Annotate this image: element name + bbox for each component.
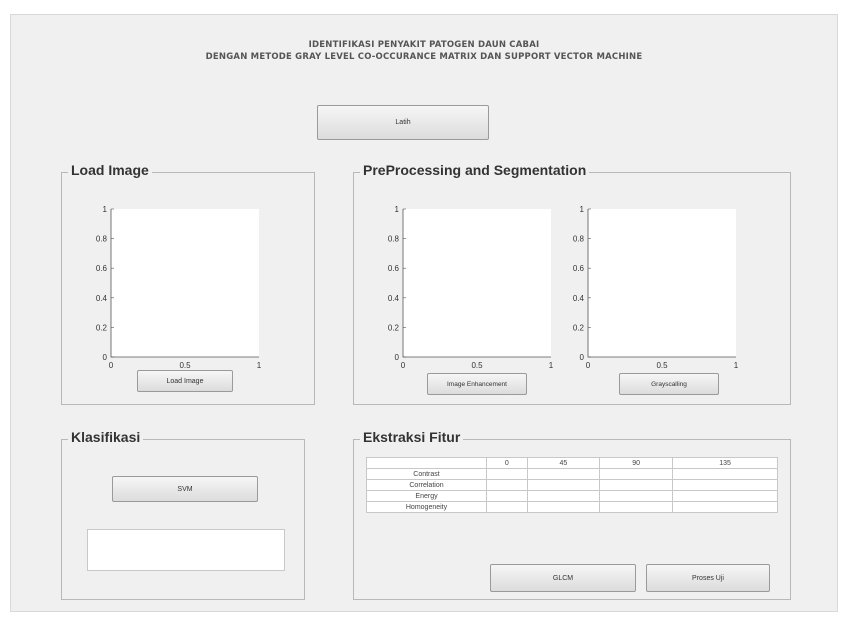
y-tick-label: 0.8 — [573, 235, 585, 244]
y-tick-label: 0.6 — [573, 264, 585, 273]
table-header-row: 0 45 90 135 — [366, 457, 778, 469]
load-image-axes-svg: 0 0.2 0.4 0.6 0.8 1 0 0.5 1 — [96, 205, 262, 370]
y-tick-label: 1 — [103, 205, 108, 214]
enhancement-axes-svg: 0 0.2 0.4 0.6 0.8 1 0 0.5 1 — [388, 205, 554, 370]
app-window: IDENTIFIKASI PENYAKIT PATOGEN DAUN CABAI… — [10, 14, 838, 612]
table-cell[interactable] — [526, 479, 601, 491]
y-tick-label: 0.8 — [96, 235, 108, 244]
y-tick-label: 0.4 — [573, 294, 585, 303]
app-title-line-1: IDENTIFIKASI PENYAKIT PATOGEN DAUN CABAI — [308, 40, 540, 50]
table-cell[interactable] — [486, 468, 528, 480]
image-enhancement-button[interactable]: Image Enhancement — [427, 373, 527, 395]
table-cell[interactable] — [526, 490, 601, 502]
glcm-feature-table[interactable]: 0 45 90 135 Contrast Correlation Energy … — [366, 457, 778, 513]
ekstraksi-fitur-panel-title: Ekstraksi Fitur — [360, 429, 464, 445]
grayscale-axes: 0 0.2 0.4 0.6 0.8 1 0 0.5 1 — [573, 205, 739, 370]
y-tick-label: 0.2 — [573, 323, 585, 332]
glcm-button[interactable]: GLCM — [490, 564, 636, 592]
x-tick-label: 0 — [401, 361, 406, 370]
table-row: Energy — [366, 490, 778, 502]
table-cell[interactable] — [599, 479, 674, 491]
ekstraksi-fitur-panel: Ekstraksi Fitur 0 45 90 135 Contrast Cor… — [353, 429, 791, 600]
table-cell[interactable] — [486, 490, 528, 502]
load-image-axes: 0 0.2 0.4 0.6 0.8 1 0 0.5 1 — [96, 205, 262, 370]
y-tick-label: 0 — [395, 353, 400, 362]
load-image-button[interactable]: Load Image — [137, 370, 233, 392]
app-title-line-2: DENGAN METODE GRAY LEVEL CO-OCCURANCE MA… — [205, 52, 643, 62]
table-cell[interactable] — [599, 468, 674, 480]
table-corner-cell — [366, 457, 487, 469]
x-tick-label: 1 — [257, 361, 262, 370]
y-tick-label: 0 — [103, 353, 108, 362]
y-tick-label: 0.8 — [388, 235, 400, 244]
x-tick-label: 0 — [586, 361, 591, 370]
table-cell[interactable] — [526, 468, 601, 480]
y-tick-label: 0.4 — [96, 294, 108, 303]
row-label-homogeneity: Homogeneity — [366, 501, 487, 513]
table-row: Homogeneity — [366, 501, 778, 513]
grayscale-axes-svg: 0 0.2 0.4 0.6 0.8 1 0 0.5 1 — [573, 205, 739, 370]
y-tick-label: 1 — [580, 205, 585, 214]
table-cell[interactable] — [672, 501, 778, 513]
x-tick-label: 0 — [109, 361, 114, 370]
table-row: Correlation — [366, 479, 778, 491]
row-label-contrast: Contrast — [366, 468, 487, 480]
x-tick-label: 0.5 — [179, 361, 191, 370]
column-header-90: 90 — [599, 457, 674, 469]
table-cell[interactable] — [486, 479, 528, 491]
column-header-0: 0 — [486, 457, 528, 469]
table-cell[interactable] — [599, 490, 674, 502]
classification-result-field[interactable] — [87, 529, 285, 571]
table-cell[interactable] — [672, 468, 778, 480]
table-cell[interactable] — [486, 501, 528, 513]
y-tick-label: 0.6 — [388, 264, 400, 273]
y-tick-label: 1 — [395, 205, 400, 214]
train-button[interactable]: Latih — [317, 105, 489, 140]
svm-button[interactable]: SVM — [112, 476, 258, 502]
y-tick-label: 0.4 — [388, 294, 400, 303]
grayscalling-button[interactable]: Grayscalling — [619, 373, 719, 395]
table-cell[interactable] — [599, 501, 674, 513]
row-label-energy: Energy — [366, 490, 487, 502]
column-header-45: 45 — [526, 457, 601, 469]
load-image-panel-title: Load Image — [68, 162, 152, 178]
klasifikasi-panel: Klasifikasi SVM — [61, 429, 305, 600]
y-tick-label: 0.6 — [96, 264, 108, 273]
load-image-panel: Load Image 0 0.2 0.4 0.6 0.8 1 0 0.5 1 Load Imag… — [61, 162, 315, 405]
plot-area — [403, 209, 551, 357]
x-tick-label: 0.5 — [471, 361, 483, 370]
table-cell[interactable] — [672, 490, 778, 502]
y-tick-label: 0 — [580, 353, 585, 362]
klasifikasi-panel-title: Klasifikasi — [68, 429, 144, 445]
y-tick-label: 0.2 — [96, 323, 108, 332]
preprocessing-panel-title: PreProcessing and Segmentation — [360, 162, 590, 178]
plot-area — [111, 209, 259, 357]
x-tick-label: 1 — [549, 361, 554, 370]
plot-area — [588, 209, 736, 357]
table-row: Contrast — [366, 468, 778, 480]
x-tick-label: 1 — [734, 361, 739, 370]
column-header-135: 135 — [672, 457, 778, 469]
table-cell[interactable] — [672, 479, 778, 491]
y-tick-label: 0.2 — [388, 323, 400, 332]
x-tick-label: 0.5 — [656, 361, 668, 370]
preprocessing-panel: PreProcessing and Segmentation 0 0.2 0.4 0.… — [353, 162, 791, 405]
proses-uji-button[interactable]: Proses Uji — [646, 564, 770, 592]
row-label-correlation: Correlation — [366, 479, 487, 491]
enhancement-axes: 0 0.2 0.4 0.6 0.8 1 0 0.5 1 — [388, 205, 554, 370]
table-cell[interactable] — [526, 501, 601, 513]
